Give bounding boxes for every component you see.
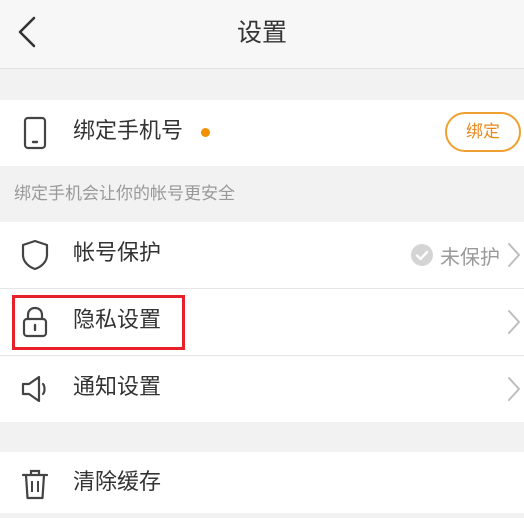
account-card: 帐号保护 未保护 隐私设置 通知设置: [0, 222, 524, 422]
bind-phone-row[interactable]: 绑定手机号 绑定: [0, 100, 524, 166]
chevron-right-icon: [508, 310, 520, 334]
megaphone-icon: [21, 375, 46, 403]
phone-card: 绑定手机号 绑定: [0, 100, 524, 166]
check-circle-icon: [411, 244, 433, 266]
clear-cache-row[interactable]: 清除缓存: [0, 452, 524, 518]
privacy-settings-label: 隐私设置: [73, 308, 162, 333]
account-protection-label: 帐号保护: [73, 241, 162, 266]
notification-settings-label: 通知设置: [73, 375, 162, 400]
privacy-settings-row[interactable]: 隐私设置: [0, 289, 524, 356]
cache-card: 清除缓存: [0, 452, 524, 513]
protection-status: 未保护: [411, 238, 500, 272]
status-text: 未保护: [440, 244, 500, 269]
trash-icon: [21, 469, 49, 500]
shield-icon: [21, 239, 49, 271]
chevron-right-icon: [508, 377, 520, 401]
page-title: 设置: [236, 18, 287, 47]
bind-phone-label: 绑定手机号: [73, 119, 184, 144]
chevron-right-icon: [508, 243, 520, 267]
notification-dot: [201, 128, 210, 137]
clear-cache-label: 清除缓存: [73, 470, 162, 495]
bind-button[interactable]: 绑定: [445, 112, 521, 152]
lock-icon: [22, 306, 48, 338]
notification-settings-row[interactable]: 通知设置: [0, 356, 524, 422]
nav-bar: 设置: [0, 0, 524, 69]
account-protection-row[interactable]: 帐号保护 未保护: [0, 222, 524, 289]
phone-icon: [23, 116, 47, 150]
bind-phone-hint: 绑定手机会让你的帐号更安全: [14, 184, 235, 204]
